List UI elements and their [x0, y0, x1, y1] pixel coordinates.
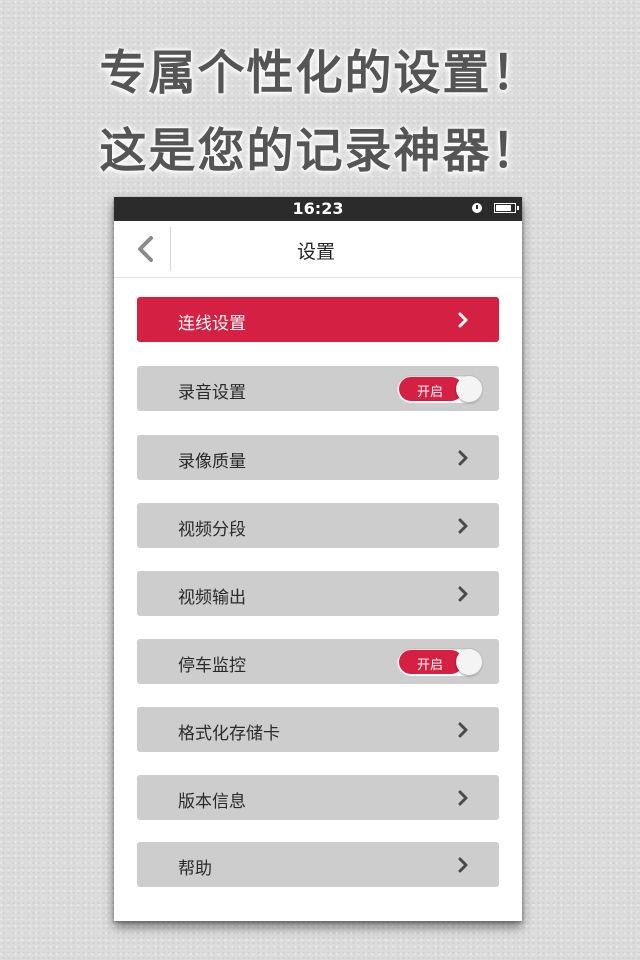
- battery-icon: [494, 203, 519, 213]
- toggle-track: 开启: [399, 650, 463, 674]
- menu-item[interactable]: 停车监控 开启: [137, 639, 499, 684]
- toggle-state-label: 开启: [417, 385, 444, 400]
- phone-screen: 16:23 设置 连线设置 录音设置 开启 录像质量 视频分段 视频输出 停车监控 开启 格式化…: [114, 197, 522, 921]
- menu-item-label: 格式化存储卡: [178, 724, 280, 744]
- menu-item-label: 录像质量: [178, 452, 246, 472]
- menu-item-label: 录音设置: [178, 383, 246, 403]
- menu-item-label: 帮助: [178, 859, 212, 879]
- menu-item[interactable]: 连线设置: [137, 297, 499, 342]
- menu-item[interactable]: 视频输出: [137, 571, 499, 616]
- toggle-knob[interactable]: [456, 376, 482, 402]
- menu-item-label: 视频输出: [178, 588, 246, 608]
- chevron-right-icon: [458, 586, 468, 602]
- menu-item[interactable]: 帮助: [137, 842, 499, 887]
- chevron-right-icon: [458, 722, 468, 738]
- chevron-right-icon: [458, 857, 468, 873]
- toggle-state-label: 开启: [417, 658, 444, 673]
- toggle-switch[interactable]: 开启: [397, 648, 483, 676]
- menu-item-label: 连线设置: [178, 314, 246, 334]
- toggle-track: 开启: [399, 377, 463, 401]
- status-bar: 16:23: [114, 197, 522, 221]
- nav-bar: 设置: [114, 221, 522, 278]
- menu-item[interactable]: 录音设置 开启: [137, 366, 499, 411]
- toggle-knob[interactable]: [456, 649, 482, 675]
- promo-headline-1: 专属个性化的设置！: [99, 46, 541, 101]
- menu-item-label: 视频分段: [178, 520, 246, 540]
- page-title: 设置: [296, 241, 335, 263]
- chevron-right-icon: [458, 312, 468, 328]
- menu-item-label: 停车监控: [178, 656, 246, 676]
- toggle-switch[interactable]: 开启: [397, 375, 483, 403]
- chevron-right-icon: [458, 790, 468, 806]
- menu-item[interactable]: 版本信息: [137, 775, 499, 820]
- clock-icon: [472, 203, 482, 213]
- chevron-right-icon: [458, 518, 468, 534]
- menu-item-label: 版本信息: [178, 792, 246, 812]
- chevron-right-icon: [458, 450, 468, 466]
- menu-item[interactable]: 视频分段: [137, 503, 499, 548]
- promo-headline-2: 这是您的记录神器！: [99, 124, 541, 179]
- menu-item[interactable]: 录像质量: [137, 435, 499, 480]
- status-time: 16:23: [292, 199, 344, 218]
- menu-item[interactable]: 格式化存储卡: [137, 707, 499, 752]
